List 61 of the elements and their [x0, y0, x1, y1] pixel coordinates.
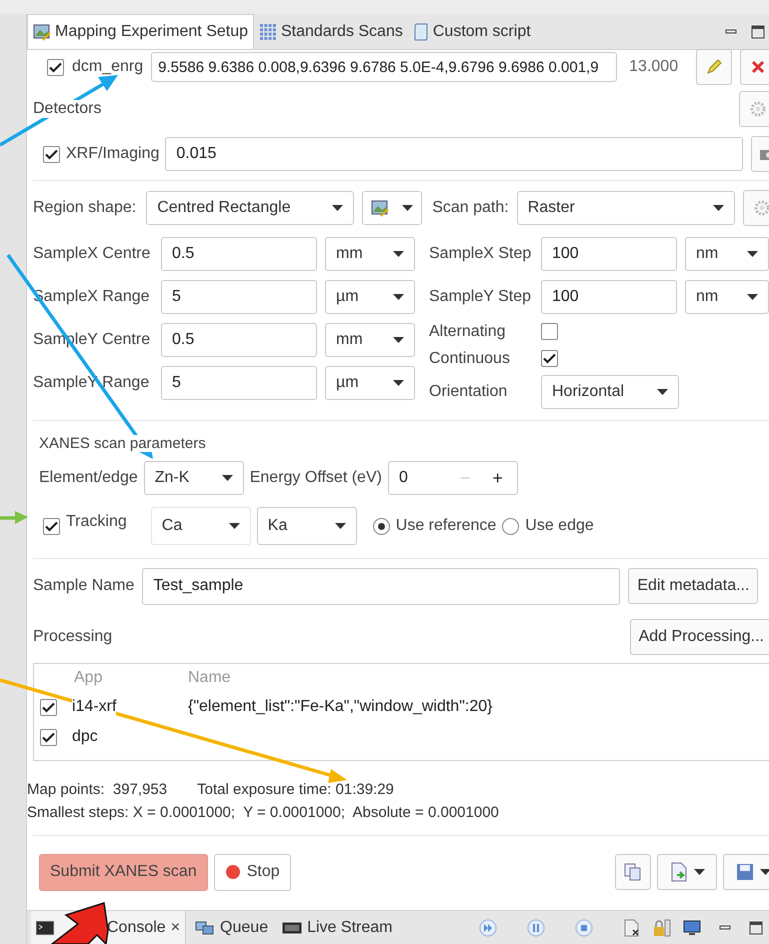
tab[interactable]: Custom script [408, 14, 536, 49]
scan-path-dropdown[interactable]: Raster [516, 191, 735, 225]
unit-dropdown[interactable]: µm [325, 366, 415, 400]
energy-label: dcm_enrg [72, 58, 144, 76]
smallest-steps-text: Smallest steps: X = 0.0001000; Y = 0.0001000; Absolute = 0.0001000 [27, 804, 499, 820]
input-field[interactable]: 0.5 [161, 322, 317, 356]
table-cell: {"element_list":"Fe-Ka","window_width":20} [188, 698, 492, 716]
checkbox-label: Tracking [66, 513, 127, 531]
field-label: Orientation [429, 383, 508, 401]
energy-reading: 13.000 [629, 58, 678, 76]
field-label: SampleY Range [33, 374, 150, 392]
tab[interactable]: Mapping Experiment Setup [27, 14, 254, 49]
orientation-dropdown[interactable]: Horizontal [541, 375, 679, 409]
map-points-text: Map points: 397,953 [27, 780, 168, 798]
tab[interactable]: Standards Scans [254, 14, 408, 49]
region-shape-dropdown[interactable]: Centred Rectangle [146, 191, 354, 225]
field-label: SampleX Centre [33, 244, 152, 262]
unit-dropdown[interactable]: nm [685, 280, 769, 314]
input-field[interactable]: 5 [161, 280, 317, 314]
input-field[interactable]: 5 [161, 366, 317, 400]
exposure-time-text: Total exposure time: 01:39:29 [197, 780, 394, 798]
increment-button[interactable]: + [492, 468, 503, 488]
field-label: Scan path: [432, 199, 509, 217]
field-label: Element/edge [39, 469, 138, 487]
line-dropdown[interactable]: Ka [256, 507, 357, 545]
section-title: Detectors [33, 100, 102, 118]
submit-button[interactable]: Submit XANES scan [39, 854, 208, 890]
field-label: Region shape: [33, 199, 136, 217]
section-title: Processing [33, 628, 114, 646]
input-field[interactable]: 100 [541, 236, 677, 270]
option-label: Continuous [429, 350, 511, 368]
element-dropdown[interactable]: Zn-K [144, 461, 244, 495]
element-dropdown[interactable]: Ca [150, 507, 251, 545]
add-processing-button[interactable]: Add Processing... [630, 619, 769, 655]
input-field[interactable]: 0.5 [161, 236, 317, 270]
exposure-field[interactable]: 0.015 [165, 137, 744, 171]
energy-field[interactable]: 9.5586 9.6386 0.008,9.6396 9.6786 5.0E-4,9.6796 9.6986 0.001,9 [151, 52, 618, 82]
table-cell: dpc [72, 728, 98, 745]
table-cell: i14-xrf [72, 698, 116, 715]
close-icon[interactable]: × [170, 918, 180, 936]
field-label: SampleY Step [429, 288, 532, 306]
column-header: Name [188, 669, 231, 687]
stop-button[interactable]: Stop [214, 854, 291, 890]
tab[interactable]: Live Stream [277, 911, 398, 944]
tab[interactable]: Queue [190, 911, 274, 944]
unit-dropdown[interactable]: nm [685, 236, 769, 270]
radio-label: Use reference [396, 517, 496, 535]
detector-label: XRF/Imaging [66, 145, 160, 163]
field-label: Sample Name [33, 577, 134, 595]
unit-dropdown[interactable]: mm [325, 322, 415, 356]
edit-metadata-button[interactable]: Edit metadata... [628, 568, 758, 604]
field-label: Energy Offset (eV) [250, 469, 382, 487]
sample-name-field[interactable]: Test_sample [142, 568, 620, 604]
option-label: Alternating [429, 322, 506, 340]
field-label: SampleX Step [429, 244, 532, 262]
radio-label: Use edge [525, 517, 594, 535]
unit-dropdown[interactable]: µm [325, 280, 415, 314]
unit-dropdown[interactable]: mm [325, 236, 415, 270]
column-header: App [73, 669, 104, 687]
input-field[interactable]: 100 [541, 280, 677, 314]
section-title: XANES scan parameters [39, 435, 206, 452]
